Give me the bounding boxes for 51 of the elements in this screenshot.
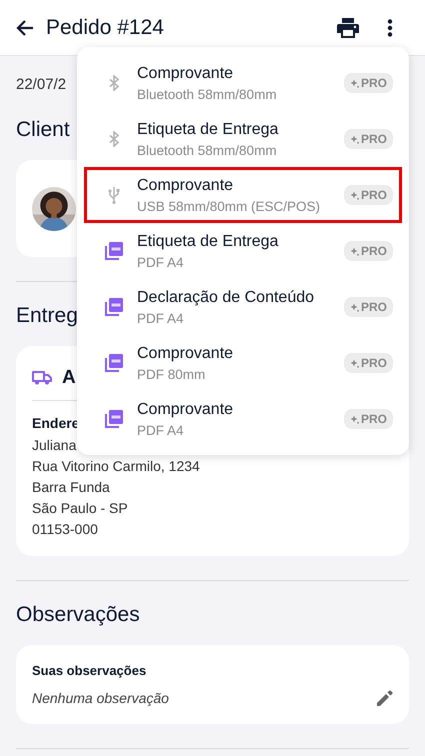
back-arrow-icon[interactable] — [16, 20, 34, 36]
menu-item-title: Declaração de Conteúdo — [137, 288, 316, 308]
address-line: Rua Vitorino Carmilo, 1234 — [32, 457, 201, 476]
menu-item[interactable]: Comprovante PDF A4 PRO — [84, 391, 402, 447]
pdf-file-icon — [105, 410, 123, 428]
order-date: 22/07/2 — [16, 76, 66, 95]
menu-item-subtitle: PDF A4 — [137, 254, 185, 272]
pro-badge: PRO — [344, 297, 393, 317]
page-title: Pedido #124 — [46, 16, 165, 40]
menu-item-title: Comprovante — [137, 344, 234, 364]
more-options-icon[interactable] — [387, 18, 393, 36]
pdf-file-icon — [105, 242, 123, 260]
pdf-file-icon — [105, 354, 123, 372]
pdf-file-icon — [105, 298, 123, 316]
pro-badge: PRO — [344, 353, 393, 373]
pro-badge: PRO — [344, 409, 393, 429]
section-heading: Client — [16, 117, 70, 143]
menu-item[interactable]: Etiqueta de Entrega PDF A4 PRO — [84, 223, 402, 279]
pro-badge: PRO — [344, 241, 393, 261]
pro-badge: PRO — [344, 185, 393, 205]
pro-badge: PRO — [344, 73, 393, 93]
menu-item-subtitle: PDF 80mm — [137, 366, 206, 384]
menu-item-subtitle: Bluetooth 58mm/80mm — [137, 142, 278, 160]
menu-item[interactable]: Etiqueta de Entrega Bluetooth 58mm/80mm PRO — [84, 111, 402, 167]
section-heading: Entreg — [16, 303, 78, 329]
section-heading: Observações — [16, 602, 140, 628]
menu-item[interactable]: Comprovante Bluetooth 58mm/80mm PRO — [84, 55, 402, 111]
address-line: Juliana — [32, 436, 78, 455]
menu-item-subtitle: Bluetooth 58mm/80mm — [137, 86, 278, 104]
menu-item-title: Etiqueta de Entrega — [137, 120, 280, 140]
pro-badge: PRO — [344, 129, 393, 149]
menu-item-subtitle: PDF A4 — [137, 310, 185, 328]
menu-item-title: Comprovante — [137, 176, 234, 196]
address-line: Barra Funda — [32, 478, 111, 497]
observations-text: Nenhuma observação — [32, 690, 169, 706]
delivery-method: A — [62, 367, 76, 389]
menu-item[interactable]: Comprovante USB 58mm/80mm (ESC/POS) PRO — [84, 167, 402, 223]
menu-item-subtitle: PDF A4 — [137, 422, 185, 440]
address-line: São Paulo - SP — [32, 499, 129, 518]
address-label: Endere — [32, 415, 80, 431]
menu-item[interactable]: Declaração de Conteúdo PDF A4 PRO — [84, 279, 402, 335]
address-line: 01153-000 — [32, 520, 99, 539]
menu-item[interactable]: Comprovante PDF 80mm PRO — [84, 335, 402, 391]
menu-item-subtitle: USB 58mm/80mm (ESC/POS) — [137, 198, 322, 216]
truck-icon — [32, 371, 52, 385]
menu-item-title: Etiqueta de Entrega — [137, 232, 280, 252]
menu-item-title: Comprovante — [137, 400, 234, 420]
observations-label: Suas observações — [32, 663, 148, 678]
menu-item-title: Comprovante — [137, 64, 234, 84]
printer-icon[interactable] — [337, 18, 359, 38]
edit-icon[interactable] — [377, 690, 393, 706]
